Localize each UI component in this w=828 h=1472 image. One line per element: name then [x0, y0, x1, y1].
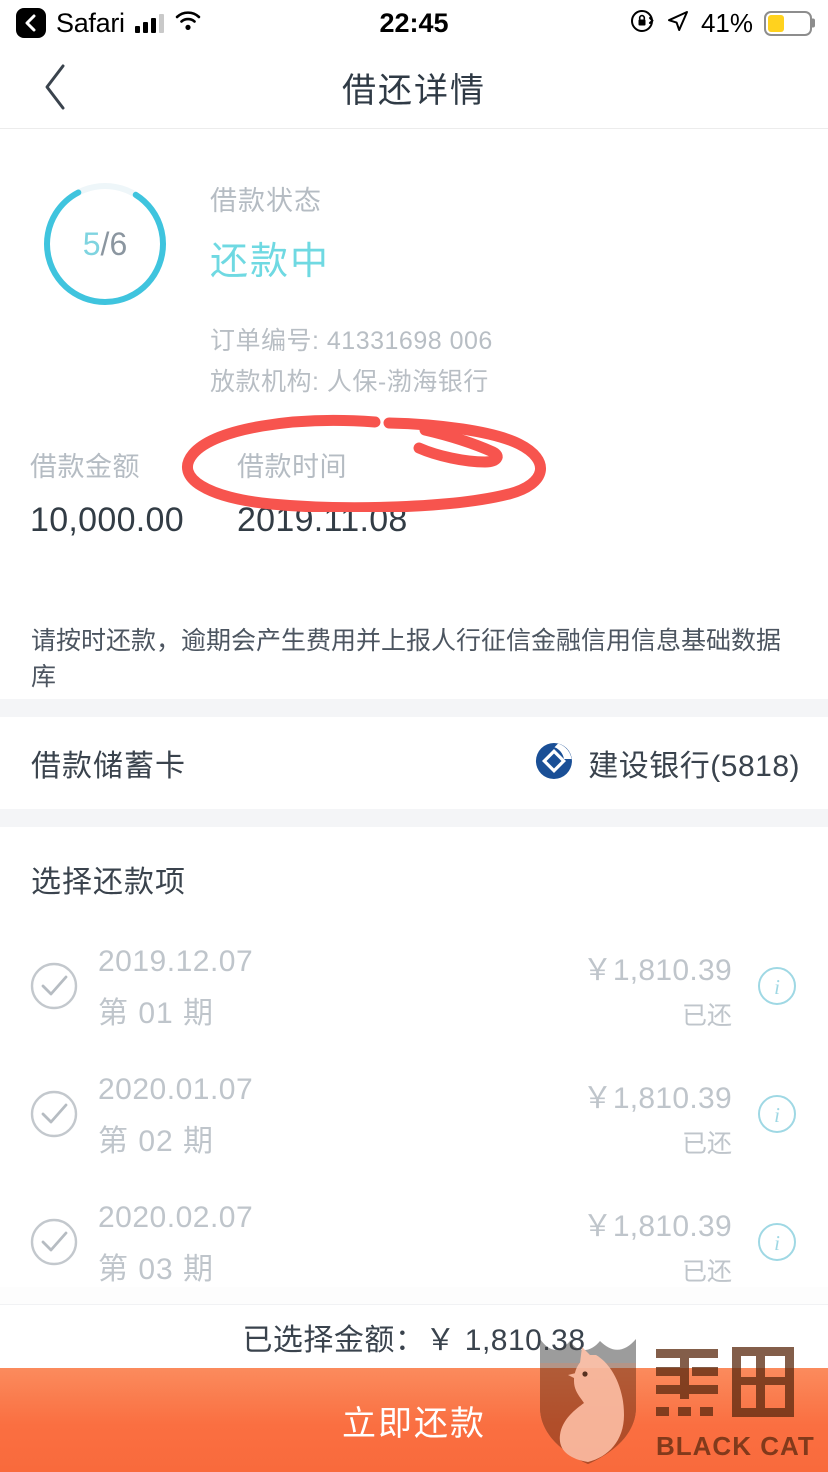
repayment-item-state: 已还	[681, 1001, 732, 1030]
repayment-item-term: 第 01 期	[98, 996, 215, 1030]
order-number: 订单编号: 41331698 006	[210, 327, 493, 355]
repayment-item-amount: ￥1,810.39	[582, 953, 732, 987]
check-circle-icon[interactable]	[28, 960, 86, 1017]
repayment-item-amount: ￥1,810.39	[582, 1209, 732, 1243]
section-divider	[0, 699, 828, 717]
bank-card-label: 借款储蓄卡	[31, 750, 186, 783]
repayment-item-date: 2020.02.07	[98, 1200, 254, 1234]
svg-text:i: i	[774, 1231, 780, 1255]
selected-amount-bar: 已选择金额：￥ 1,810.38	[0, 1304, 828, 1368]
page-title: 借还详情	[342, 71, 486, 110]
loan-summary-section: 5/6 借款状态 还款中 订单编号: 41331698 006 放款机构: 人保…	[0, 129, 828, 514]
lender-institution: 放款机构: 人保-渤海银行	[210, 368, 489, 397]
loan-date-value: 2019.11.08	[236, 501, 408, 539]
loan-meta: 订单编号: 41331698 006 放款机构: 人保-渤海银行	[210, 321, 493, 404]
battery-percent-label: 41%	[700, 7, 753, 38]
repayment-item-row[interactable]: 2019.12.07 第 01 期 ￥1,810.39 已还 i	[0, 945, 828, 1031]
repayment-item-amount-block: ￥1,810.39 已还	[583, 1201, 732, 1288]
progress-current: 5	[82, 225, 101, 262]
repayment-item-date: 2019.12.07	[98, 944, 254, 978]
ccb-bank-logo-icon	[534, 741, 574, 786]
check-circle-icon[interactable]	[28, 1088, 86, 1145]
repayment-item-amount-block: ￥1,810.39 已还	[583, 945, 732, 1032]
repayment-progress-ring: 5/6	[40, 179, 170, 309]
nav-bar: 借还详情	[0, 46, 828, 129]
repayment-notice: 请按时还款，逾期会产生费用并上报人行征信金融信用信息基础数据库	[0, 614, 828, 699]
progress-ring-label: 5/6	[40, 179, 170, 309]
repayment-item-row[interactable]: 2020.02.07 第 03 期 ￥1,810.39 已还 i	[0, 1201, 828, 1287]
selected-amount-label: 已选择金额：￥ 1,810.38	[242, 1323, 586, 1357]
loan-amount-row: 借款金额 10,000.00 借款时间 2019.11.08	[0, 429, 828, 614]
location-arrow-icon	[666, 9, 690, 38]
battery-icon	[764, 10, 812, 36]
progress-ring-wrapper: 5/6	[0, 175, 210, 404]
repayment-item-info: 2020.01.07 第 02 期	[98, 1073, 253, 1160]
repay-now-label: 立即还款	[342, 1404, 486, 1443]
loan-date-label: 借款时间	[236, 452, 347, 482]
status-bar-right: 41%	[629, 8, 812, 39]
repayment-item-state: 已还	[681, 1257, 732, 1286]
repayment-item-info: 2019.12.07 第 01 期	[98, 945, 253, 1032]
loan-status-value: 还款中	[210, 241, 331, 283]
loan-status-label: 借款状态	[210, 186, 322, 216]
rotation-lock-icon	[629, 8, 655, 39]
progress-total: 6	[109, 225, 128, 262]
loan-amount-block: 借款金额 10,000.00	[0, 445, 184, 614]
bank-card-value: 建设银行(5818)	[534, 741, 800, 786]
repayment-item-info: 2020.02.07 第 03 期	[98, 1201, 253, 1288]
info-circle-icon[interactable]: i	[754, 1091, 800, 1142]
repayment-section-title: 选择还款项	[31, 866, 186, 899]
progress-separator: /	[100, 225, 110, 262]
bank-card-name: 建设银行(5818)	[588, 750, 800, 783]
repayment-item-state: 已还	[681, 1129, 732, 1158]
info-circle-icon[interactable]: i	[754, 1219, 800, 1270]
svg-text:i: i	[774, 975, 780, 999]
app-screen: Safari 22:45 41% 借还详情 5 / 6 借款状态 还款中 订单编…	[0, 0, 828, 1472]
loan-status-block: 借款状态 还款中 订单编号: 41331698 006 放款机构: 人保-渤海银…	[210, 175, 493, 404]
svg-text:i: i	[774, 1103, 780, 1127]
section-divider-2	[0, 809, 828, 827]
repay-now-button[interactable]: 立即还款	[0, 1368, 828, 1472]
repayment-item-date: 2020.01.07	[98, 1072, 254, 1106]
repayment-item-amount: ￥1,810.39	[582, 1081, 732, 1115]
repayment-items-section: 选择还款项 2019.12.07 第 01 期 ￥1,810.39 已还 i 2…	[0, 827, 828, 1287]
repayment-item-term: 第 03 期	[98, 1252, 215, 1286]
info-circle-icon[interactable]: i	[754, 963, 800, 1014]
loan-amount-value: 10,000.00	[30, 501, 184, 539]
loan-amount-label: 借款金额	[30, 452, 140, 482]
repayment-notice-text: 请按时还款，逾期会产生费用并上报人行征信金融信用信息基础数据库	[31, 626, 782, 691]
back-button[interactable]	[30, 61, 82, 113]
bank-card-row[interactable]: 借款储蓄卡 建设银行(5818)	[0, 717, 828, 809]
check-circle-icon[interactable]	[28, 1216, 86, 1273]
status-bar: Safari 22:45 41%	[0, 0, 828, 46]
repayment-item-row[interactable]: 2020.01.07 第 02 期 ￥1,810.39 已还 i	[0, 1073, 828, 1159]
repayment-item-amount-block: ￥1,810.39 已还	[583, 1073, 732, 1160]
repayment-item-term: 第 02 期	[98, 1124, 215, 1158]
loan-date-block: 借款时间 2019.11.08	[184, 445, 408, 614]
